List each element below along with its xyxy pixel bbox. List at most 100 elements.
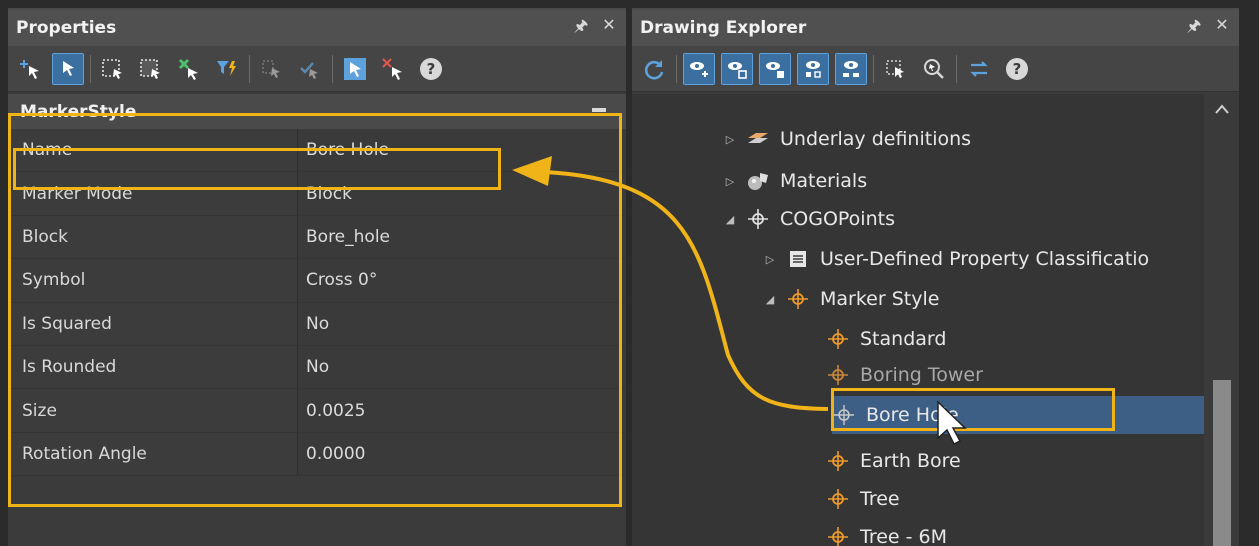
expand-icon[interactable]: ▷ bbox=[724, 133, 736, 146]
select-in-group-icon[interactable] bbox=[256, 53, 288, 85]
scroll-thumb[interactable] bbox=[1213, 380, 1231, 546]
property-value[interactable]: Block bbox=[298, 172, 626, 215]
properties-title: Properties bbox=[16, 18, 117, 38]
tree-scrollbar[interactable] bbox=[1205, 94, 1239, 546]
expand-icon[interactable]: ▷ bbox=[724, 175, 736, 188]
pickadd-icon[interactable] bbox=[339, 53, 371, 85]
scroll-up-icon[interactable] bbox=[1214, 102, 1230, 116]
property-key: Symbol bbox=[8, 259, 298, 302]
tree-item-tree-6m[interactable]: Tree - 6M bbox=[826, 518, 947, 546]
expand-icon[interactable]: ▷ bbox=[764, 253, 776, 266]
tree-item-label: Tree - 6M bbox=[860, 526, 948, 546]
properties-toolbar: ? bbox=[8, 46, 626, 92]
property-row-is-rounded: Is Rounded No bbox=[8, 345, 626, 390]
tree-item-tree[interactable]: Tree bbox=[826, 480, 900, 518]
category-label: MarkerStyle bbox=[20, 101, 137, 122]
property-key: Is Squared bbox=[8, 302, 298, 345]
marker-icon bbox=[826, 449, 850, 473]
tree-item-label: Bore Hole bbox=[866, 404, 959, 426]
pin-icon[interactable]: 🖈 bbox=[1185, 15, 1203, 42]
tree-item-label: Underlay definitions bbox=[780, 128, 972, 150]
property-grid: MarkerStyle Name Bore Hole Marker Mode B… bbox=[8, 94, 626, 477]
cogo-point-icon bbox=[746, 207, 770, 231]
refresh-icon[interactable] bbox=[638, 53, 670, 85]
help-icon[interactable]: ? bbox=[415, 53, 447, 85]
property-key: Marker Mode bbox=[8, 172, 298, 215]
explorer-toolbar: ? bbox=[632, 46, 1239, 92]
view-filled-icon[interactable] bbox=[759, 52, 791, 85]
property-value[interactable]: Cross 0° bbox=[298, 259, 626, 302]
tree-item-underlay-definitions[interactable]: ▷ Underlay definitions bbox=[724, 120, 971, 158]
collapse-icon[interactable]: ◢ bbox=[764, 293, 776, 306]
svg-text:?: ? bbox=[1013, 60, 1022, 78]
marker-icon bbox=[826, 525, 850, 546]
window-select-icon[interactable] bbox=[97, 53, 129, 85]
view-grouped-icon[interactable] bbox=[797, 52, 829, 85]
materials-icon bbox=[746, 169, 770, 193]
property-key: Name bbox=[8, 129, 298, 172]
property-value[interactable]: No bbox=[298, 345, 626, 389]
property-value[interactable]: No bbox=[298, 302, 626, 345]
tree-item-label: User-Defined Property Classificatio bbox=[820, 248, 1150, 270]
deselect-icon[interactable] bbox=[377, 53, 409, 85]
close-icon[interactable]: ✕ bbox=[600, 15, 618, 42]
select-similar-icon[interactable] bbox=[173, 53, 205, 85]
tree-item-label: Boring Tower bbox=[860, 364, 983, 386]
property-row-symbol: Symbol Cross 0° bbox=[8, 259, 626, 303]
select-objects-icon[interactable] bbox=[52, 52, 84, 85]
select-in-drawing-icon[interactable] bbox=[880, 53, 912, 85]
help-icon[interactable]: ? bbox=[1001, 53, 1033, 85]
property-value[interactable]: 0.0000 bbox=[298, 432, 626, 476]
tree-item-label: Earth Bore bbox=[860, 450, 961, 472]
tree-item-label: COGOPoints bbox=[780, 208, 895, 230]
property-key: Size bbox=[8, 389, 298, 432]
property-row-marker-mode: Marker Mode Block bbox=[8, 172, 626, 216]
quick-select-icon[interactable] bbox=[211, 53, 243, 85]
property-value[interactable]: Bore Hole bbox=[298, 129, 626, 172]
collapse-icon[interactable]: ◢ bbox=[724, 213, 736, 226]
tree-item-earth-bore[interactable]: Earth Bore bbox=[826, 442, 961, 480]
tree-item-label: Tree bbox=[860, 488, 900, 510]
explorer-titlebar: Drawing Explorer 🖈 ✕ bbox=[632, 10, 1239, 46]
property-value[interactable]: Bore_hole bbox=[298, 215, 626, 259]
pin-icon[interactable]: 🖈 bbox=[572, 15, 590, 42]
view-linked-icon[interactable] bbox=[835, 52, 867, 85]
property-row-block: Block Bore_hole bbox=[8, 215, 626, 260]
close-icon[interactable]: ✕ bbox=[1213, 15, 1231, 42]
marker-style-icon bbox=[786, 287, 810, 311]
tree-item-label: Marker Style bbox=[820, 288, 940, 310]
crossing-select-icon[interactable] bbox=[135, 53, 167, 85]
marker-icon bbox=[832, 403, 856, 427]
property-value[interactable]: 0.0025 bbox=[298, 389, 626, 432]
properties-panel: Properties 🖈 ✕ ? MarkerStyle Name Bore H… bbox=[8, 8, 626, 546]
tree-item-user-defined-property-classification[interactable]: ▷ User-Defined Property Classificatio bbox=[764, 240, 1149, 278]
tree-item-standard[interactable]: Standard bbox=[826, 320, 946, 358]
underlay-icon bbox=[746, 127, 770, 151]
property-row-is-squared: Is Squared No bbox=[8, 302, 626, 346]
zoom-to-icon[interactable] bbox=[918, 53, 950, 85]
tree-item-marker-style[interactable]: ◢ Marker Style bbox=[764, 280, 940, 318]
tree-item-label: Standard bbox=[860, 328, 947, 350]
drawing-explorer-panel: Drawing Explorer 🖈 ✕ ? ▷ Underlay defini… bbox=[632, 8, 1239, 546]
tree-item-label: Materials bbox=[780, 170, 868, 192]
collapse-icon[interactable] bbox=[592, 108, 606, 112]
explorer-title: Drawing Explorer bbox=[640, 18, 807, 38]
properties-titlebar: Properties 🖈 ✕ bbox=[8, 10, 626, 46]
add-to-selection-icon[interactable] bbox=[14, 53, 46, 85]
check-select-icon[interactable] bbox=[294, 53, 326, 85]
swap-icon[interactable] bbox=[963, 53, 995, 85]
property-row-size: Size 0.0025 bbox=[8, 389, 626, 433]
property-row-name: Name Bore Hole bbox=[8, 129, 626, 173]
category-header[interactable]: MarkerStyle bbox=[8, 94, 626, 129]
list-icon bbox=[786, 247, 810, 271]
tree-item-materials[interactable]: ▷ Materials bbox=[724, 162, 867, 200]
new-item-icon[interactable] bbox=[683, 52, 715, 85]
tree-item-boring-tower[interactable]: Boring Tower bbox=[826, 356, 983, 394]
tree-item-bore-hole[interactable]: Bore Hole bbox=[832, 396, 1204, 434]
property-key: Block bbox=[8, 215, 298, 259]
svg-text:?: ? bbox=[427, 60, 436, 78]
tree-item-cogopoints[interactable]: ◢ COGOPoints bbox=[724, 200, 895, 238]
marker-icon bbox=[826, 487, 850, 511]
view-item-icon[interactable] bbox=[721, 52, 753, 85]
marker-icon bbox=[826, 363, 850, 387]
